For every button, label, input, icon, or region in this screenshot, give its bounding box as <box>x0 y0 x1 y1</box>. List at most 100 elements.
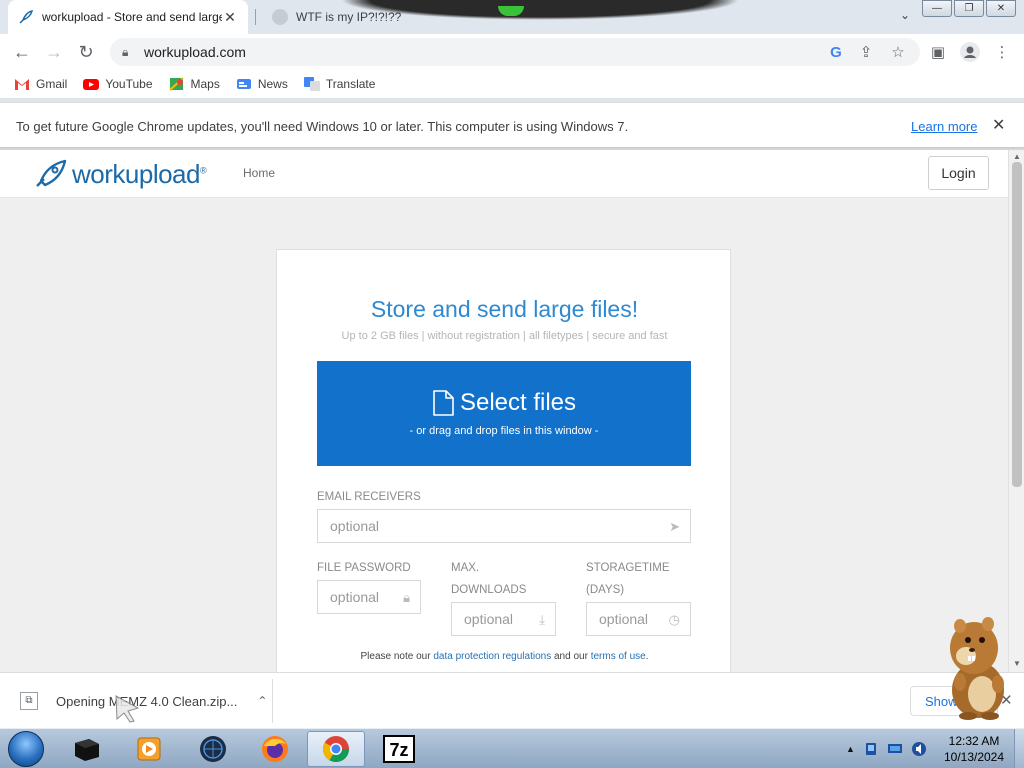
taskbar-app-7zip[interactable]: 7z <box>370 731 428 767</box>
nav-home-link[interactable]: Home <box>243 166 275 180</box>
tray-expand-icon[interactable]: ▲ <box>846 744 855 754</box>
email-receivers-field[interactable]: optional ➤ <box>317 509 691 543</box>
youtube-icon <box>83 79 100 90</box>
window-controls: — ❐ ✕ <box>920 0 1016 17</box>
note-middle: and our <box>553 651 588 662</box>
speaker-icon[interactable] <box>911 741 927 757</box>
terms-of-use-link[interactable]: terms of use <box>591 651 646 662</box>
file-icon <box>433 390 454 416</box>
address-bar[interactable]: 🔒︎ workupload.com <box>110 38 920 66</box>
bookmark-gmail[interactable]: Gmail <box>14 77 67 91</box>
storage-placeholder: optional <box>599 611 649 627</box>
black-box-app-icon <box>75 739 99 761</box>
globe-icon <box>272 9 288 25</box>
mouse-cursor-icon <box>115 695 140 723</box>
max-downloads-label: MAX. DOWNLOADS <box>451 562 527 596</box>
page-viewport: workupload® Home Login Store and send la… <box>0 150 1024 672</box>
bookmark-label: Maps <box>190 77 220 91</box>
data-protection-link[interactable]: data protection regulations <box>433 651 551 662</box>
tab-title: workupload - Store and send large files <box>42 10 222 24</box>
start-button[interactable] <box>4 729 48 768</box>
svg-text:7z: 7z <box>389 740 408 760</box>
maps-icon <box>168 77 184 91</box>
login-button[interactable]: Login <box>928 156 989 190</box>
bookmark-label: Translate <box>325 77 376 91</box>
storage-time-label: STORAGETIME (DAYS) <box>586 562 670 596</box>
update-infobar: To get future Google Chrome updates, you… <box>0 102 1024 148</box>
windows-logo-icon <box>8 731 44 767</box>
clock-icon: ◷ <box>668 612 680 627</box>
bookmark-label: YouTube <box>105 77 153 91</box>
page-scrollbar[interactable]: ▲ ▼ <box>1008 150 1024 672</box>
bookmark-translate[interactable]: Translate <box>303 77 376 91</box>
share-icon[interactable]: ⇪ <box>854 40 878 64</box>
lock-icon: 🔒︎ <box>403 590 410 605</box>
back-icon[interactable]: ← <box>6 36 38 68</box>
bookmark-label: News <box>257 77 288 91</box>
password-placeholder: optional <box>330 589 380 605</box>
gmail-icon <box>15 79 29 90</box>
storage-time-field[interactable]: optional ◷ <box>586 602 691 636</box>
forward-icon[interactable]: → <box>38 36 70 68</box>
news-icon <box>236 79 251 89</box>
bookmark-label: Gmail <box>36 77 68 91</box>
google-lens-icon[interactable]: G <box>824 40 848 64</box>
download-filename: Opening MEMZ 4.0 Clean.zip... <box>56 693 238 709</box>
address-text: workupload.com <box>144 44 246 60</box>
tab-workupload[interactable]: workupload - Store and send large files … <box>8 0 248 34</box>
taskbar-app-media-player[interactable] <box>120 731 178 767</box>
tab-strip: workupload - Store and send large files … <box>0 0 1024 34</box>
tab-close-icon[interactable]: ✕ <box>222 9 238 26</box>
taskbar-app-terminal[interactable] <box>58 731 116 767</box>
bookmark-star-icon[interactable]: ☆ <box>886 40 910 64</box>
rocket-icon <box>36 159 67 187</box>
clock-date: 10/13/2024 <box>943 750 1005 764</box>
network-status-icon[interactable] <box>863 741 879 757</box>
close-icon[interactable]: ✕ <box>992 115 1005 135</box>
infobar-message: To get future Google Chrome updates, you… <box>16 119 629 134</box>
dark-globe-icon <box>200 736 226 762</box>
select-files-button[interactable]: Select files - or drag and drop files in… <box>317 361 691 466</box>
taskbar-app-globe[interactable] <box>184 731 242 767</box>
chevron-down-icon[interactable]: ⌄ <box>896 8 914 26</box>
7zip-icon: 7z <box>383 735 415 763</box>
windows-taskbar: 7z ▲ 12:32 AM 10/13/2024 <box>0 728 1024 768</box>
maximize-button[interactable]: ❐ <box>954 0 984 17</box>
download-shelf: ⧉ Opening MEMZ 4.0 Clean.zip... ⌃ Show a… <box>0 672 1024 728</box>
taskbar-clock[interactable]: 12:32 AM 10/13/2024 <box>936 733 1012 765</box>
translate-icon <box>303 77 320 91</box>
side-panel-icon[interactable]: ▣ <box>926 40 950 64</box>
send-icon: ➤ <box>669 519 680 534</box>
minimize-button[interactable]: — <box>922 0 952 17</box>
select-files-label-row: Select files <box>317 389 691 417</box>
menu-kebab-icon[interactable]: ⋮ <box>990 40 1014 64</box>
bookmarks-bar: Gmail YouTube Maps News Translate <box>0 70 1024 98</box>
site-logo[interactable]: workupload® <box>34 156 207 192</box>
max-downloads-field[interactable]: optional ⤓ <box>451 602 556 636</box>
monitor-icon[interactable] <box>887 741 903 757</box>
clock-time: 12:32 AM <box>948 734 1000 748</box>
reload-icon[interactable]: ↻ <box>70 36 102 68</box>
file-password-field[interactable]: optional 🔒︎ <box>317 580 421 614</box>
close-window-button[interactable]: ✕ <box>986 0 1016 17</box>
scrollbar-thumb[interactable] <box>1012 162 1022 487</box>
profile-avatar-icon[interactable] <box>958 40 982 64</box>
hamster-mascot-icon <box>950 617 1004 720</box>
browser-toolbar: ← → ↻ 🔒︎ workupload.com G ⇪ ☆ ▣ ⋮ <box>0 34 1024 70</box>
bookmark-youtube[interactable]: YouTube <box>83 77 153 91</box>
bookmark-news[interactable]: News <box>236 77 288 91</box>
show-desktop-button[interactable] <box>1014 729 1024 768</box>
desktop-bezel <box>340 0 740 20</box>
chevron-up-icon[interactable]: ⌃ <box>257 694 267 708</box>
scroll-up-icon[interactable]: ▲ <box>1013 152 1021 161</box>
taskbar-app-chrome[interactable] <box>307 731 365 767</box>
chrome-icon <box>322 736 350 763</box>
card-subtitle: Up to 2 GB files | without registration … <box>341 330 668 342</box>
bookmark-maps[interactable]: Maps <box>168 77 220 91</box>
learn-more-link[interactable]: Learn more <box>911 119 977 134</box>
select-files-label: Select files <box>459 389 577 416</box>
card-title: Store and send large files! <box>370 296 639 322</box>
note-suffix: . <box>645 651 649 662</box>
email-receivers-label: EMAIL RECEIVERS <box>317 491 421 503</box>
taskbar-app-firefox[interactable] <box>246 731 304 767</box>
